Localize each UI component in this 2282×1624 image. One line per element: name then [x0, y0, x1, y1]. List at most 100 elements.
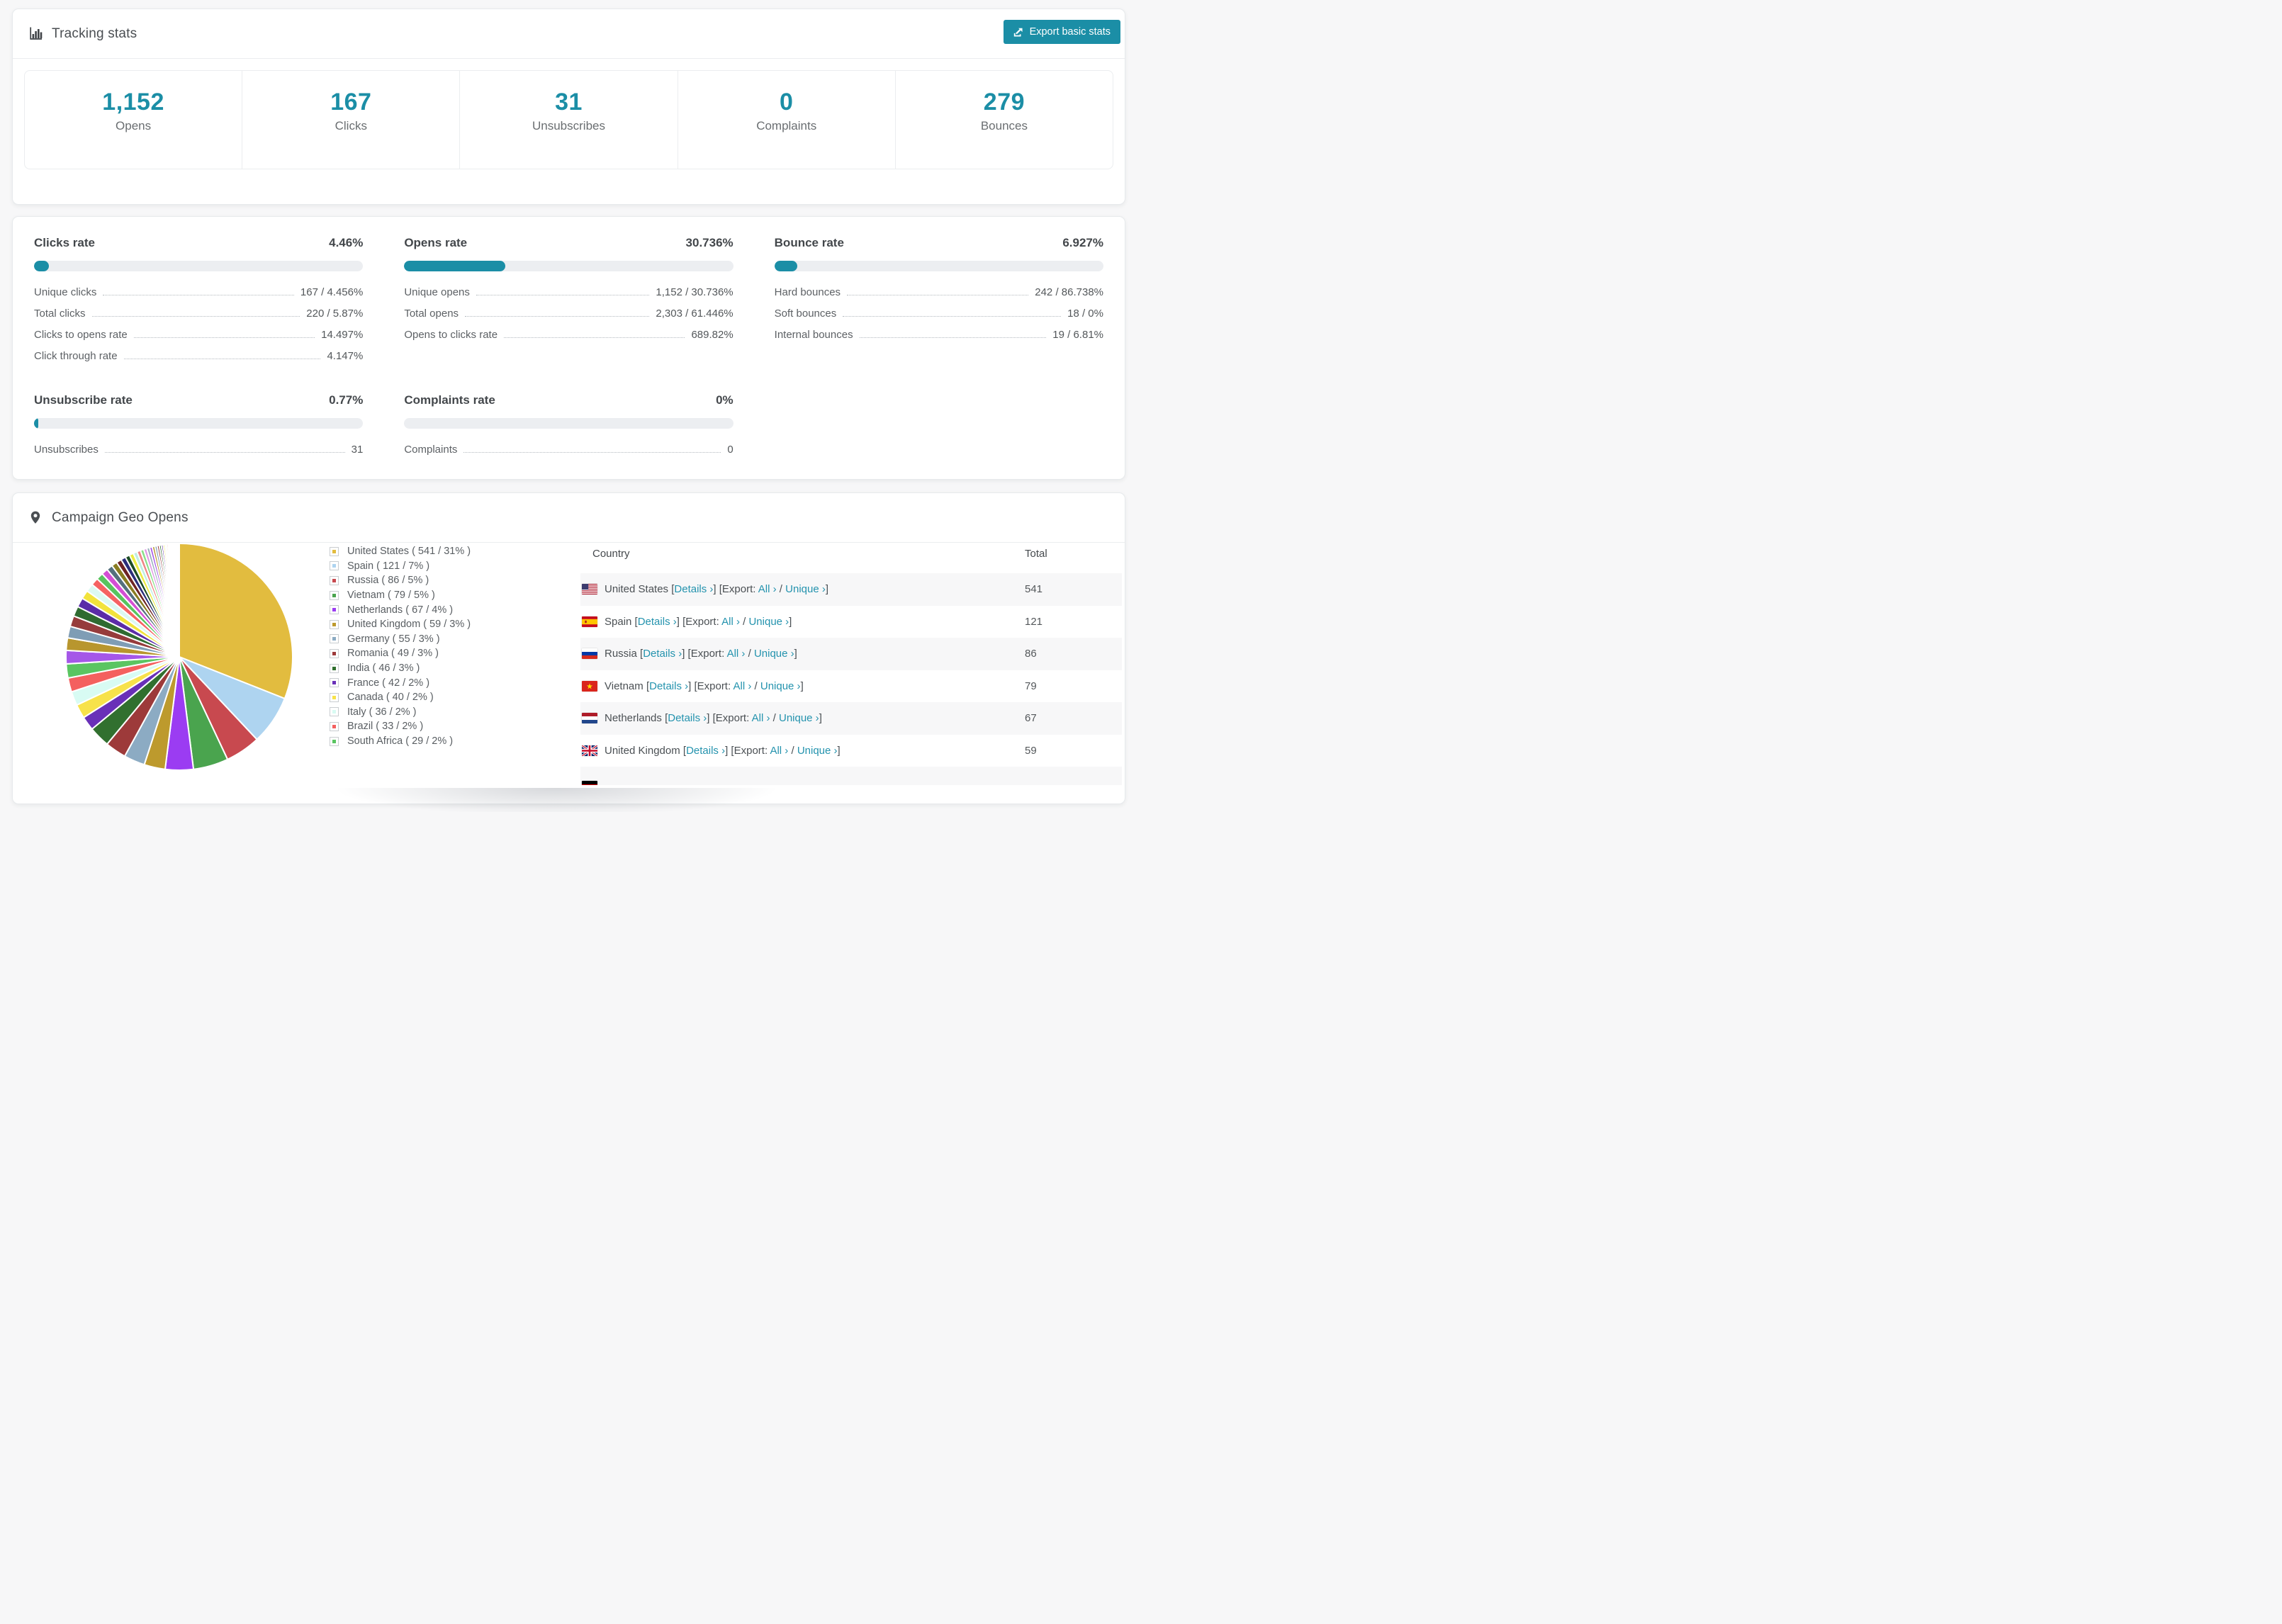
country-cell: United Kingdom [Details ›] [Export: All …	[605, 744, 841, 757]
summary-stat-opens: 1,152 Opens	[25, 71, 243, 169]
legend-label: Vietnam ( 79 / 5% )	[347, 590, 435, 602]
stat-value: 167	[330, 88, 372, 115]
rate-progress-bar	[774, 261, 1103, 271]
export-all-link[interactable]: All ›	[752, 712, 770, 724]
detail-value: 167 / 4.456%	[300, 286, 364, 298]
rate-detail-row: Clicks to opens rate 14.497%	[34, 329, 363, 341]
details-link[interactable]: Details ›	[649, 680, 688, 692]
rate-progress-fill	[34, 261, 49, 271]
geo-table: Country Total United States [Details ›] [E…	[580, 534, 1122, 785]
details-link[interactable]: Details ›	[674, 583, 713, 595]
legend-label: Germany ( 55 / 3% )	[347, 633, 440, 645]
dotted-leader	[104, 452, 345, 453]
export-unique-link[interactable]: Unique ›	[785, 583, 826, 595]
country-name: United States	[605, 583, 672, 596]
details-link[interactable]: Details ›	[638, 616, 677, 628]
export-unique-link[interactable]: Unique ›	[748, 616, 789, 628]
table-row-united-kingdom: United Kingdom [Details ›] [Export: All …	[580, 735, 1122, 767]
rate-value: 0%	[716, 393, 734, 407]
geo-opens-card: Campaign Geo Opens United States ( 541 /…	[12, 492, 1125, 804]
stat-value: 279	[983, 88, 1025, 115]
legend-item-germany: Germany ( 55 / 3% )	[330, 632, 471, 647]
detail-label: Unique opens	[404, 286, 470, 298]
detail-label: Soft bounces	[774, 308, 837, 320]
country-name: United Kingdom	[605, 744, 683, 757]
geo-pie-chart	[61, 538, 298, 775]
legend-item-romania: Romania ( 49 / 3% )	[330, 646, 471, 661]
detail-value: 31	[351, 444, 364, 456]
detail-value: 18 / 0%	[1067, 308, 1103, 320]
rate-detail-row: Internal bounces 19 / 6.81%	[775, 329, 1103, 341]
total-value: 541	[1025, 583, 1043, 596]
legend-item-united-kingdom: United Kingdom ( 59 / 3% )	[330, 617, 471, 632]
export-basic-stats-button[interactable]: Export basic stats	[1003, 20, 1120, 44]
geo-title: Campaign Geo Opens	[52, 509, 189, 525]
table-row-spain: Spain [Details ›] [Export: All › / Uniqu…	[580, 606, 1122, 638]
legend-label: Russia ( 86 / 5% )	[347, 575, 429, 587]
rate-block-unsubscribe-rate: Unsubscribe rate 0.77% Unsubscribes 31	[34, 393, 364, 456]
legend-item-vietnam: Vietnam ( 79 / 5% )	[330, 588, 471, 603]
export-all-link[interactable]: All ›	[721, 616, 740, 628]
legend-swatch	[330, 707, 339, 717]
rate-block-clicks-rate: Clicks rate 4.46% Unique clicks 167 / 4.456…	[34, 236, 364, 362]
total-value: 79	[1025, 680, 1037, 692]
detail-value: 220 / 5.87%	[306, 308, 364, 320]
rates-card: Clicks rate 4.46% Unique clicks 167 / 4.456…	[12, 216, 1125, 480]
legend-item-france: France ( 42 / 2% )	[330, 675, 471, 690]
legend-label: United States ( 541 / 31% )	[347, 546, 471, 558]
country-name: Russia	[605, 648, 641, 660]
stat-label: Bounces	[980, 118, 1028, 132]
details-link[interactable]: Details ›	[668, 712, 707, 724]
legend-item-brazil: Brazil ( 33 / 2% )	[330, 719, 471, 734]
export-unique-link[interactable]: Unique ›	[779, 712, 819, 724]
legend-item-italy: Italy ( 36 / 2% )	[330, 705, 471, 720]
export-all-link[interactable]: All ›	[770, 745, 788, 757]
legend-item-south-africa: South Africa ( 29 / 2% )	[330, 734, 471, 749]
total-value: 121	[1025, 615, 1043, 628]
rates-grid: Clicks rate 4.46% Unique clicks 167 / 4.456…	[13, 217, 1125, 477]
details-link[interactable]: Details ›	[686, 745, 725, 757]
legend-swatch	[330, 605, 339, 615]
flag-us-icon	[582, 584, 597, 595]
legend-label: Spain ( 121 / 7% )	[347, 560, 430, 572]
legend-label: Canada ( 40 / 2% )	[347, 692, 434, 704]
summary-stat-bounces: 279 Bounces	[896, 71, 1113, 169]
rate-progress-bar	[404, 261, 734, 271]
legend-item-russia: Russia ( 86 / 5% )	[330, 573, 471, 588]
rate-detail-row: Opens to clicks rate 689.82%	[404, 329, 733, 341]
rate-progress-fill	[34, 418, 38, 429]
export-all-link[interactable]: All ›	[727, 648, 746, 660]
rate-value: 30.736%	[685, 236, 734, 249]
export-all-link[interactable]: All ›	[734, 680, 752, 692]
legend-swatch	[330, 561, 339, 571]
total-value: 86	[1025, 648, 1037, 660]
rate-block-opens-rate: Opens rate 30.736% Unique opens 1,152 / 30.…	[404, 236, 734, 362]
detail-label: Total clicks	[34, 308, 86, 320]
country-cell: Russia [Details ›] [Export: All › / Uniq…	[605, 648, 797, 660]
export-unique-link[interactable]: Unique ›	[760, 680, 801, 692]
bar-chart-icon	[28, 26, 43, 41]
details-link[interactable]: Details ›	[643, 648, 682, 660]
legend-item-united-states: United States ( 541 / 31% )	[330, 544, 471, 559]
summary-stat-clicks: 167 Clicks	[242, 71, 461, 169]
detail-label: Unsubscribes	[34, 444, 99, 456]
legend-swatch	[330, 546, 339, 556]
rate-detail-row: Hard bounces 242 / 86.738%	[775, 286, 1103, 298]
table-row-germany	[580, 767, 1122, 785]
export-all-link[interactable]: All ›	[758, 583, 777, 595]
flag-vn-icon	[582, 680, 597, 692]
export-unique-link[interactable]: Unique ›	[797, 745, 838, 757]
legend-swatch	[330, 736, 339, 746]
legend-label: Brazil ( 33 / 2% )	[347, 721, 424, 733]
dotted-leader	[843, 316, 1062, 317]
rate-detail-row: Total opens 2,303 / 61.446%	[404, 308, 733, 320]
legend-swatch	[330, 721, 339, 731]
country-cell: United States [Details ›] [Export: All ›…	[605, 583, 829, 596]
column-header-country: Country	[592, 547, 630, 560]
detail-value: 242 / 86.738%	[1035, 286, 1103, 298]
export-unique-link[interactable]: Unique ›	[754, 648, 794, 660]
rate-progress-fill	[774, 261, 797, 271]
rate-value: 0.77%	[329, 393, 364, 407]
flag-ru-icon	[582, 648, 597, 660]
dotted-leader	[859, 337, 1047, 338]
